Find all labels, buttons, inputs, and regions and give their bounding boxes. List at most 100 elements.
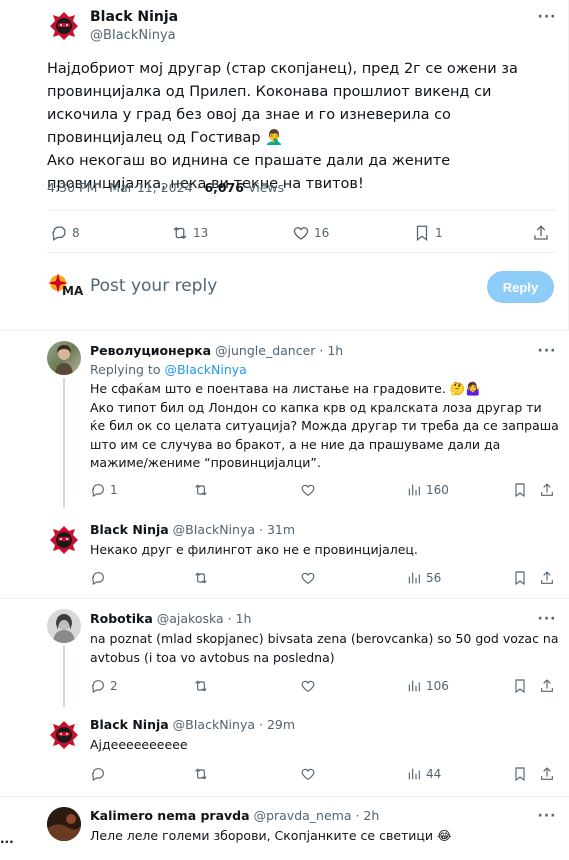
author-handle[interactable]: @BIackNinya [90, 28, 176, 43]
divider [47, 210, 557, 211]
bookmark-count: 1 [435, 226, 443, 240]
more-options-icon[interactable]: ··· [537, 10, 557, 25]
post-author-name[interactable]: Black Ninja [90, 522, 169, 537]
tweet-meta: 4:30 PM · Mar 11, 2024 · 6,076 Views [47, 180, 285, 195]
like-count: 16 [314, 226, 330, 240]
tweet-time[interactable]: 4:30 PM [47, 180, 97, 195]
side-ellipsis[interactable]: ... [0, 832, 14, 846]
share-action[interactable] [539, 678, 555, 694]
views-action[interactable]: 160 [406, 482, 449, 498]
bookmark-action[interactable] [512, 678, 528, 694]
reply-composer: MA Post your reply Reply [47, 266, 557, 306]
repost-icon [195, 680, 207, 692]
bookmark-action[interactable] [512, 766, 528, 782]
reply-post[interactable]: Black Ninja @BIackNinya · 29m Ајдеееееее… [0, 707, 569, 796]
post-age[interactable]: 29m [267, 717, 295, 732]
reply-icon [92, 484, 104, 498]
replying-to: Replying to @BIackNinya [90, 362, 247, 377]
like-action[interactable]: 16 [292, 224, 329, 242]
post-author-handle[interactable]: @ajakoska [157, 611, 224, 626]
reply-action[interactable]: 8 [50, 224, 80, 242]
repost-action[interactable] [193, 570, 209, 586]
author-name[interactable]: Black Ninja [90, 9, 178, 25]
reply-action[interactable]: 1 [90, 482, 118, 498]
reply-action[interactable]: 2 [90, 678, 118, 694]
avatar[interactable] [47, 807, 81, 841]
more-options-icon[interactable]: ··· [537, 344, 557, 359]
like-action[interactable] [300, 678, 316, 694]
post-age[interactable]: 1h [236, 611, 252, 626]
like-action[interactable] [300, 482, 316, 498]
reply-button[interactable]: Reply [487, 271, 554, 303]
views-count: 44 [426, 767, 442, 781]
bookmark-action[interactable]: 1 [413, 224, 443, 242]
heart-icon [293, 227, 309, 240]
post-author-handle[interactable]: @jungle_dancer [215, 343, 315, 358]
post-author-handle[interactable]: @BIackNinya [173, 522, 255, 537]
repost-action[interactable] [193, 482, 209, 498]
post-author-name[interactable]: Robotika [90, 611, 153, 626]
ninja-avatar[interactable] [48, 719, 80, 751]
ninja-avatar[interactable] [48, 10, 80, 42]
repost-action[interactable] [193, 766, 209, 782]
post-header: Kalimero nema pravda @pravda_nema · 2h [90, 808, 380, 823]
post-text: Не сфаќам што е поентава на листање на г… [90, 381, 559, 470]
thread-line [63, 645, 65, 707]
post-author-handle[interactable]: @pravda_nema [254, 808, 352, 823]
post-age[interactable]: 31m [267, 522, 295, 537]
repost-action[interactable]: 13 [171, 224, 208, 242]
main-action-bar: 8 13 16 1 [47, 224, 557, 246]
tweet-text: Најдобриот мој другар (стар скопјанец), … [47, 61, 518, 192]
share-icon [541, 483, 553, 496]
heart-icon [301, 484, 315, 497]
reply-action[interactable] [90, 570, 106, 586]
reply-post[interactable]: Револуционерка @jungle_dancer · 1h ··· R… [0, 331, 569, 514]
share-action[interactable] [539, 482, 555, 498]
user-avatar[interactable]: MA [47, 270, 83, 300]
ninja-avatar[interactable] [48, 524, 80, 556]
post-author-name[interactable]: Black Ninja [90, 717, 169, 732]
repost-icon [195, 768, 207, 780]
repost-icon [195, 572, 207, 584]
reply-post[interactable]: Black Ninja @BIackNinya · 31m Некако дру… [0, 514, 569, 598]
post-text: Ајдееееееееее [90, 737, 188, 752]
reply-icon [92, 768, 104, 782]
like-action[interactable] [300, 766, 316, 782]
reply-post[interactable]: Kalimero nema pravda @pravda_nema · 2h ·… [0, 797, 569, 860]
post-author-name[interactable]: Револуционерка [90, 343, 211, 358]
reply-post[interactable]: Robotika @ajakoska · 1h ··· na poznat (m… [0, 599, 569, 707]
bookmark-action[interactable] [512, 482, 528, 498]
share-action[interactable] [539, 766, 555, 782]
views-action[interactable]: 56 [406, 570, 441, 586]
bookmark-icon [515, 571, 525, 586]
views-action[interactable]: 106 [406, 678, 449, 694]
views-action[interactable]: 44 [406, 766, 441, 782]
post-age[interactable]: 2h [363, 808, 379, 823]
bookmark-icon [515, 679, 525, 694]
post-age[interactable]: 1h [327, 343, 343, 358]
avatar[interactable] [47, 341, 81, 375]
heart-icon [301, 768, 315, 781]
analytics-icon [408, 768, 420, 780]
replying-to-handle[interactable]: @BIackNinya [164, 362, 246, 377]
share-action[interactable] [532, 224, 550, 242]
bookmark-action[interactable] [512, 570, 528, 586]
like-action[interactable] [300, 570, 316, 586]
post-action-bar: 44 [88, 766, 558, 784]
post-header: Black Ninja @BIackNinya · 29m [90, 717, 296, 732]
repost-action[interactable] [193, 678, 209, 694]
tweet-date[interactable]: Mar 11, 2024 [109, 180, 192, 195]
more-options-icon[interactable]: ··· [537, 809, 557, 824]
reply-icon [92, 680, 104, 694]
avatar[interactable] [47, 609, 81, 643]
post-action-bar: 1 160 [88, 482, 558, 500]
more-options-icon[interactable]: ··· [537, 612, 557, 627]
views-count: 56 [426, 571, 442, 585]
svg-text:MA: MA [62, 284, 83, 298]
share-action[interactable] [539, 570, 555, 586]
post-author-handle[interactable]: @BIackNinya [173, 717, 255, 732]
reply-action[interactable] [90, 766, 106, 782]
repost-count: 13 [193, 226, 209, 240]
reply-input[interactable]: Post your reply [90, 276, 217, 296]
post-author-name[interactable]: Kalimero nema pravda [90, 808, 250, 823]
